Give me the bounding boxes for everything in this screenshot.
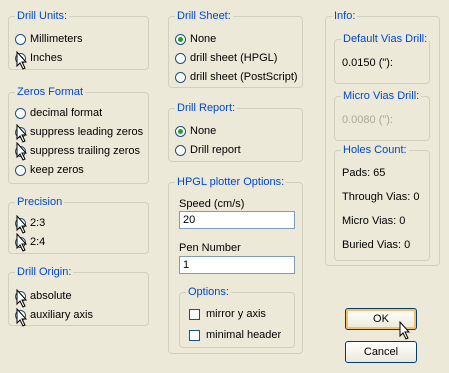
radio-sheet-hpgl-label: drill sheet (HPGL) [190,52,278,64]
radio-millimeters[interactable]: Millimeters [15,31,83,47]
micro-vias-drill-group: Micro Vias Drill: 0.0080 ("): [334,90,430,141]
pen-number-label: Pen Number [179,242,241,254]
radio-report-none-indicator[interactable] [175,125,186,137]
radio-sheet-none-label: None [190,33,217,45]
radio-precision-2-3-indicator[interactable] [15,217,26,229]
drill-origin-group: Drill Origin: absolute auxiliary axis [8,266,149,326]
radio-drill-report-indicator[interactable] [175,144,186,156]
radio-sheet-hpgl-indicator[interactable] [175,52,186,64]
default-vias-drill-group: Default Vias Drill: 0.0150 ("): [334,33,430,84]
holes-count-group: Holes Count: Pads: 65 Through Vias: 0 Mi… [334,144,430,261]
radio-keep-zeros-indicator[interactable] [15,164,26,176]
radio-auxiliary-axis-label: auxiliary axis [30,309,93,321]
hpgl-options-title: HPGL plotter Options: [175,176,287,189]
radio-decimal-format-indicator[interactable] [15,107,26,119]
checkbox-minimal-header-label: minimal header [206,329,282,341]
radio-drill-report[interactable]: Drill report [175,142,241,158]
precision-group: Precision 2:3 2:4 [8,196,149,254]
radio-suppress-leading-zeros[interactable]: suppress leading zeros [15,124,143,140]
radio-suppress-trailing-zeros[interactable]: suppress trailing zeros [15,143,140,159]
checkbox-mirror-y-axis-box[interactable] [189,308,200,320]
default-vias-drill-value: 0.0150 ("): [342,57,393,69]
radio-inches-label: Inches [30,52,63,64]
buried-vias-count: Buried Vias: 0 [342,239,411,251]
radio-auxiliary-axis[interactable]: auxiliary axis [15,307,93,323]
radio-suppress-trailing-label: suppress trailing zeros [30,145,141,157]
drill-sheet-title: Drill Sheet: [175,10,233,23]
micro-vias-drill-value: 0.0080 ("): [342,114,393,126]
radio-report-none-label: None [190,125,217,137]
radio-sheet-postscript-indicator[interactable] [175,71,186,83]
default-vias-drill-title: Default Vias Drill: [341,33,430,46]
radio-absolute-indicator[interactable] [15,290,26,302]
radio-precision-2-4-label: 2:4 [30,236,46,248]
pads-count: Pads: 65 [342,167,386,179]
radio-sheet-hpgl[interactable]: drill sheet (HPGL) [175,50,277,66]
precision-title: Precision [15,196,65,209]
radio-absolute[interactable]: absolute [15,288,72,304]
ok-button[interactable]: OK [345,308,417,330]
drill-origin-title: Drill Origin: [15,266,74,279]
checkbox-minimal-header[interactable]: minimal header [189,327,281,343]
radio-millimeters-indicator[interactable] [15,33,26,45]
radio-millimeters-label: Millimeters [30,33,83,45]
drill-sheet-group: Drill Sheet: None drill sheet (HPGL) dri… [168,10,303,88]
radio-suppress-leading-indicator[interactable] [15,126,26,138]
radio-precision-2-4[interactable]: 2:4 [15,234,45,250]
info-title: Info: [332,10,358,23]
micro-vias-drill-title: Micro Vias Drill: [341,90,422,103]
radio-decimal-format-label: decimal format [30,107,103,119]
cancel-button[interactable]: Cancel [345,341,417,363]
through-vias-count: Through Vias: 0 [342,191,420,203]
speed-input[interactable]: 20 [179,211,295,229]
radio-precision-2-3-label: 2:3 [30,217,46,229]
radio-drill-report-label: Drill report [190,144,241,156]
hpgl-sub-options-group: Options: mirror y axis minimal header [179,286,295,348]
drill-report-title: Drill Report: [175,102,238,115]
radio-precision-2-3[interactable]: 2:3 [15,215,45,231]
pen-number-input[interactable]: 1 [179,256,295,274]
hpgl-options-group: HPGL plotter Options: Speed (cm/s) 20 Pe… [168,176,303,354]
checkbox-mirror-y-axis[interactable]: mirror y axis [189,306,266,322]
radio-sheet-postscript-label: drill sheet (PostScript) [190,71,298,83]
speed-label: Speed (cm/s) [179,198,245,210]
radio-keep-zeros[interactable]: keep zeros [15,162,84,178]
drill-report-group: Drill Report: None Drill report [168,102,303,162]
radio-suppress-leading-label: suppress leading zeros [30,126,144,138]
radio-sheet-postscript[interactable]: drill sheet (PostScript) [175,69,298,85]
radio-auxiliary-axis-indicator[interactable] [15,309,26,321]
radio-precision-2-4-indicator[interactable] [15,236,26,248]
micro-vias-count: Micro Vias: 0 [342,215,406,227]
radio-absolute-label: absolute [30,290,72,302]
checkbox-minimal-header-box[interactable] [189,329,200,341]
checkbox-mirror-y-axis-label: mirror y axis [206,308,266,320]
radio-inches-indicator[interactable] [15,52,26,64]
zeros-format-group: Zeros Format decimal format suppress lea… [8,86,149,184]
radio-sheet-none-indicator[interactable] [175,33,186,45]
info-group: Info: Default Vias Drill: 0.0150 ("): Mi… [325,10,440,266]
drill-units-group: Drill Units: Millimeters Inches [8,10,149,70]
drill-units-title: Drill Units: [15,10,70,23]
radio-decimal-format[interactable]: decimal format [15,105,102,121]
hpgl-sub-options-title: Options: [186,286,231,299]
radio-keep-zeros-label: keep zeros [30,164,84,176]
radio-inches[interactable]: Inches [15,50,62,66]
radio-suppress-trailing-indicator[interactable] [15,145,26,157]
zeros-format-title: Zeros Format [15,86,86,99]
holes-count-title: Holes Count: [341,144,409,157]
radio-report-none[interactable]: None [175,123,216,139]
radio-sheet-none[interactable]: None [175,31,216,47]
